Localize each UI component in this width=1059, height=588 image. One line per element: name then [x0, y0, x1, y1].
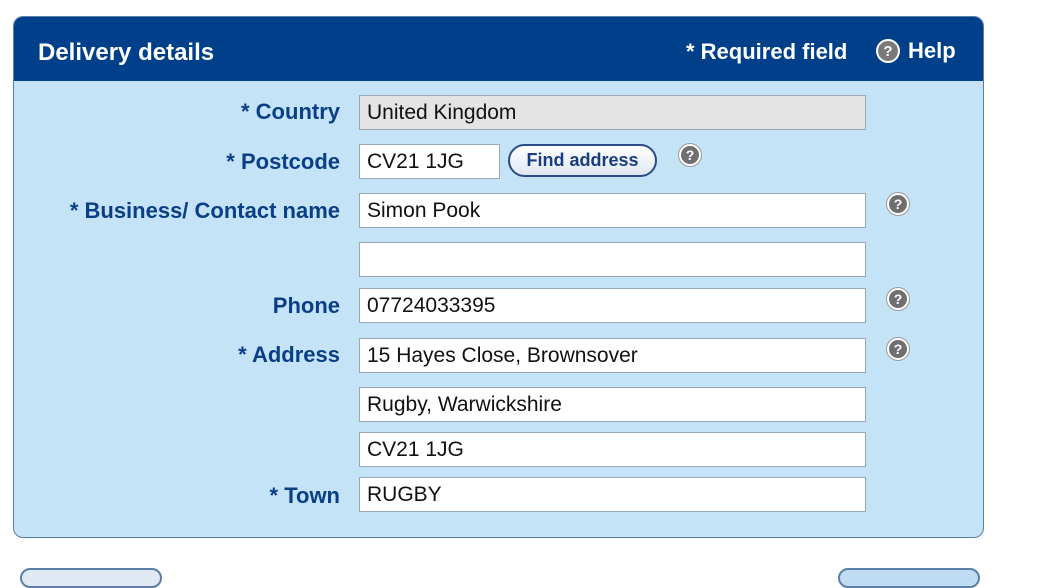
town-input[interactable]: RUGBY [359, 477, 866, 512]
address-line2-input[interactable]: Rugby, Warwickshire [359, 387, 866, 422]
country-label: * Country [241, 99, 340, 124]
required-field-note: * Required field [686, 39, 848, 64]
business-name-label: * Business/ Contact name [69, 198, 340, 223]
back-button[interactable] [20, 568, 162, 588]
address-label: * Address [238, 342, 340, 367]
find-address-button[interactable]: Find address [508, 144, 657, 177]
delivery-details-panel: Delivery details * Required field ? Help… [13, 16, 984, 538]
business-name-help-icon[interactable]: ? [887, 193, 909, 215]
address-line1-input[interactable]: 15 Hayes Close, Brownsover [359, 338, 866, 373]
help-link[interactable]: ? Help [876, 38, 956, 64]
help-icon: ? [876, 39, 900, 63]
phone-input[interactable]: 07724033395 [359, 288, 866, 323]
address-help-icon[interactable]: ? [887, 338, 909, 360]
help-label: Help [908, 38, 956, 63]
postcode-label: * Postcode [226, 149, 340, 174]
panel-title: Delivery details [38, 39, 215, 66]
phone-help-icon[interactable]: ? [887, 288, 909, 310]
town-label: * Town [269, 483, 340, 508]
business-name-input-2[interactable] [359, 242, 866, 277]
postcode-input[interactable]: CV21 1JG [359, 144, 500, 179]
address-line3-input[interactable]: CV21 1JG [359, 432, 866, 467]
panel-header: Delivery details * Required field ? Help [14, 17, 983, 81]
business-name-input[interactable]: Simon Pook [359, 193, 866, 228]
country-field: United Kingdom [359, 95, 866, 130]
continue-button[interactable] [838, 568, 980, 588]
phone-label: Phone [272, 293, 340, 318]
postcode-help-icon[interactable]: ? [679, 144, 701, 166]
